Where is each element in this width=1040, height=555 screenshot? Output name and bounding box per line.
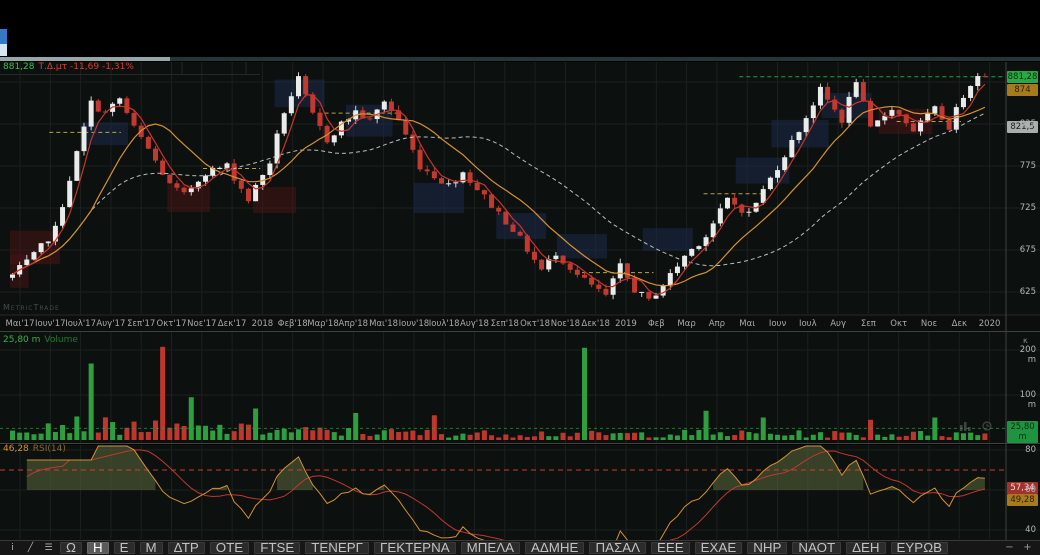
date-axis-label: Ιουν'18 [398,319,430,329]
last-price-badge: 881,28 [1007,71,1038,83]
price-axis-tick: 775 [1019,161,1036,171]
date-axis-label: Σεπ [860,319,876,329]
ticker-button-ΔΕΗ[interactable]: ΔΕΗ [846,541,886,554]
date-axis-label: Ιουν [768,319,787,329]
price-axis-tick: 825 [1019,119,1036,129]
date-axis-label: Αυγ'18 [460,319,489,329]
date-axis-label: Μαι [739,319,756,329]
volume-pane-close-icon[interactable]: κ [1023,336,1028,345]
volume-indicator-name: Volume [44,335,78,345]
clock-icon[interactable] [982,421,993,431]
change-percent: -1,31% [102,62,134,72]
date-axis-label: Οκτ'17 [156,319,187,329]
timeframe-button-Μ[interactable]: Μ [139,541,163,554]
rsi-value-badge: 49,28 [1007,494,1038,506]
date-axis-label: Σεπ'17 [127,319,156,329]
rsi-axis-tick: 40 [1025,525,1036,535]
ticker-button-FTSE[interactable]: FTSE [254,541,301,554]
date-axis-label: Μαι'17 [5,319,35,329]
date-axis-label: Νοε'17 [187,319,217,329]
trendline-icon[interactable]: ╱ [24,542,37,554]
date-axis-label: Ιουλ'18 [428,319,460,329]
scrollbar-thumb[interactable] [0,57,170,61]
date-axis-label: Σεπ'18 [490,319,519,329]
date-axis-label: Μαρ [677,319,696,329]
change-value: -11,69 [70,62,100,72]
volume-indicator-label: 25,80 m Volume [3,335,78,345]
last-price: 881,28 [3,62,35,72]
ticker-button-ΑΔΜΗΕ[interactable]: ΑΔΜΗΕ [525,541,585,554]
rsi-current-value: 46,28 [3,444,29,454]
date-axis-label: Μαι'18 [369,319,399,329]
date-axis-label: Μαρ'18 [307,319,339,329]
date-axis-label: Ιουλ [798,319,817,329]
volume-axis-tick: 200 m [1019,345,1036,365]
date-axis-label: Φεβ'18 [277,319,308,329]
rsi-axis-tick: 60 [1025,485,1036,495]
date-axis-label: Φεβ [647,319,665,329]
price-axis-tick: 725 [1019,203,1036,213]
volume-current-value: 25,80 m [3,335,41,345]
top-bar [0,0,1040,57]
ticker-button-ΜΠΕΛΑ[interactable]: ΜΠΕΛΑ [460,541,521,554]
ticker-button-ΝΗΡ[interactable]: ΝΗΡ [747,541,788,554]
date-axis-label: Δεκ'17 [217,319,247,329]
date-axis-label: Απρ'18 [338,319,369,329]
volume-badge: 25,80 m [1007,421,1038,443]
quote-row: 881,28 Τ.Δ.μτ -11,69 -1,31% [3,62,137,74]
ticker-button-ΔΤΡ[interactable]: ΔΤΡ [167,541,205,554]
rsi-indicator-name: RSI(14) [32,444,66,454]
price-axis-tick: 675 [1019,245,1036,255]
info-icon[interactable]: i [6,542,19,554]
rsi-indicator-label: 46,28 RSI(14) [3,444,66,454]
watermark: MetricTrade [3,303,60,312]
timeframe-button-Ω[interactable]: Ω [60,541,82,554]
date-axis-label: 2019 [615,319,637,329]
date-axis-label: Δεκ'18 [581,319,610,329]
volume-axis-tick: 100 m [1019,390,1036,410]
chart-canvas[interactable] [0,0,1040,555]
toolbar-buttons: Ω Η Ε Μ ΔΤΡ ΟΤΕ FTSE ΤΕΝΕΡΓ ΓΕΚΤΕΡΝΑ ΜΠΕΛΑ ΑΔΜΗΕ ΠΑ… [60,541,949,554]
rsi-axis-tick: 80 [1025,445,1036,455]
zoom-out-button[interactable]: − [1003,542,1016,554]
trading-app: 881,28 Τ.Δ.μτ -11,69 -1,31% MetricTrade 25,… [0,0,1040,555]
timeframe-button-Ε[interactable]: Ε [113,541,135,554]
bottom-toolbar: i ╱ ☰ Ω Η Ε Μ ΔΤΡ ΟΤΕ FTSE ΤΕΝΕΡΓ ΓΕΚΤΕΡΝΑ ΜΠΕΛΑ Α… [0,540,1040,555]
ticker-button-ΟΤΕ[interactable]: ΟΤΕ [209,541,250,554]
date-axis-label: Αυγ [830,319,846,329]
date-axis-label: Δεκ [951,319,968,329]
ticker-button-ΤΕΝΕΡΓ[interactable]: ΤΕΝΕΡΓ [305,541,370,554]
ticker-button-ΓΕΚΤΕΡΝΑ[interactable]: ΓΕΚΤΕΡΝΑ [374,541,456,554]
ticker-button-ΕΧΑΕ[interactable]: ΕΧΑΕ [694,541,743,554]
date-axis-label: Ιουλ'17 [65,319,96,329]
date-axis-label: Οκτ'18 [520,319,551,329]
date-axis-label: 2020 [978,319,1001,329]
pane-tools [960,421,993,431]
ticker-button-ΕΥΡΩΒ[interactable]: ΕΥΡΩΒ [890,541,949,554]
date-axis-label: Νοε'18 [550,319,581,329]
date-axis-label: 2018 [251,319,274,329]
date-axis-label: Ιουν'17 [35,319,66,329]
alert-price-badge: 874 [1007,84,1038,96]
bar-chart-icon[interactable] [960,421,972,431]
date-axis-label: Οκτ [890,319,908,329]
timeframe-button-Η[interactable]: Η [86,541,109,554]
list-icon[interactable]: ☰ [42,542,55,554]
ticker-button-ΝΑΟΤ[interactable]: ΝΑΟΤ [792,541,842,554]
ticker-button-ΠΑΣΑΛ[interactable]: ΠΑΣΑΛ [589,541,646,554]
price-axis-tick: 625 [1019,287,1036,297]
ticker-button-ΕΕΕ[interactable]: ΕΕΕ [650,541,690,554]
window-icon[interactable] [0,29,7,56]
chart-scrollbar[interactable] [0,57,1040,61]
date-axis-label: Αυγ'17 [96,319,126,329]
date-axis-label: Νοε [920,319,938,329]
change-label: Τ.Δ.μτ [38,62,68,72]
date-axis-label: Απρ [708,319,726,329]
zoom-in-button[interactable]: + [1021,542,1034,554]
